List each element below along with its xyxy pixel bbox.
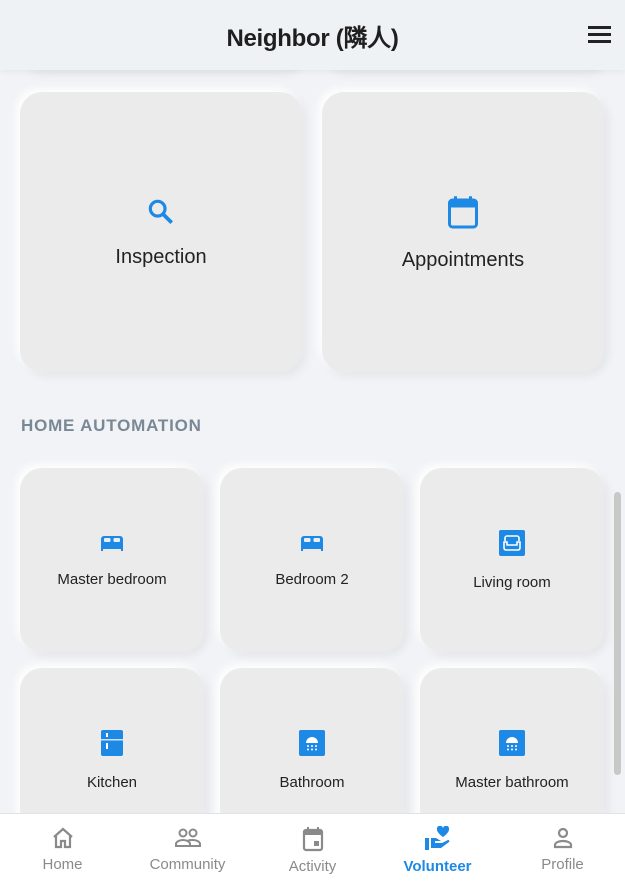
sofa-icon bbox=[499, 529, 525, 556]
nav-activity[interactable]: Activity bbox=[250, 814, 375, 883]
room-label: Bathroom bbox=[279, 773, 345, 791]
appointments-card[interactable]: Appointments bbox=[322, 92, 604, 372]
nav-label: Activity bbox=[288, 858, 337, 875]
nav-volunteer[interactable]: Volunteer bbox=[375, 814, 500, 883]
room-label: Bedroom 2 bbox=[275, 570, 349, 588]
app-header: Neighbor (隣人) bbox=[0, 0, 625, 70]
fridge-icon bbox=[101, 729, 123, 756]
community-icon bbox=[174, 828, 201, 847]
room-label: Kitchen bbox=[86, 773, 138, 791]
nav-label: Community bbox=[149, 856, 226, 873]
card-label: Appointments bbox=[401, 248, 525, 271]
room-bedroom-2[interactable]: Bedroom 2 bbox=[220, 468, 404, 652]
room-living-room[interactable]: Living room bbox=[420, 468, 604, 652]
nav-profile[interactable]: Profile bbox=[500, 814, 625, 883]
home-icon bbox=[52, 827, 73, 849]
search-icon bbox=[148, 199, 173, 224]
nav-label: Home bbox=[42, 856, 83, 873]
nav-community[interactable]: Community bbox=[125, 814, 250, 883]
volunteer-icon bbox=[424, 826, 449, 850]
nav-label: Profile bbox=[541, 856, 584, 873]
card-label: Inspection bbox=[115, 245, 207, 268]
menu-icon[interactable] bbox=[588, 26, 611, 44]
scrollbar[interactable] bbox=[614, 492, 621, 775]
room-label: Master bathroom bbox=[455, 773, 569, 791]
page-title: Neighbor (隣人) bbox=[226, 24, 399, 52]
room-master-bedroom[interactable]: Master bedroom bbox=[20, 468, 204, 652]
room-label: Living room bbox=[473, 573, 551, 591]
calendar-icon bbox=[302, 827, 323, 852]
shower-icon bbox=[499, 729, 525, 756]
profile-icon bbox=[553, 827, 572, 849]
nav-home[interactable]: Home bbox=[0, 814, 125, 883]
section-title: HOME AUTOMATION bbox=[21, 416, 202, 435]
shower-icon bbox=[299, 729, 325, 756]
inspection-card[interactable]: Inspection bbox=[20, 92, 302, 372]
nav-label: Volunteer bbox=[403, 858, 472, 875]
bed-icon bbox=[101, 535, 123, 551]
calendar-icon bbox=[448, 195, 478, 228]
bottom-nav: Home Community Activity Volunteer Profil… bbox=[0, 813, 625, 883]
bed-icon bbox=[301, 535, 323, 551]
room-label: Master bedroom bbox=[57, 570, 167, 588]
